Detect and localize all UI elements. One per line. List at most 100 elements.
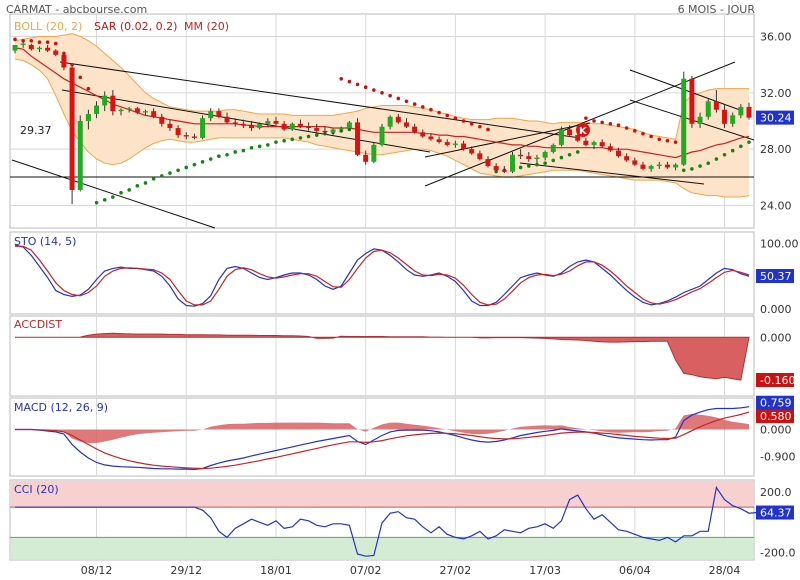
candle-body [616,150,622,157]
candle-body [469,149,475,154]
accdist-last-value-text: -0.160 [760,374,795,387]
sar-dot [380,91,384,95]
candle-body [673,164,679,168]
sar-dot [600,120,604,125]
candle-body [379,126,385,145]
candle-body [200,118,206,138]
candle-body [265,121,271,124]
sar-dot [314,133,319,137]
sar-dot [127,188,131,192]
candle-body [371,144,377,162]
sto-label: STO (14, 5) [14,235,76,248]
price-y-tick: 28.00 [760,143,792,156]
candle-body [395,116,401,123]
sar-dot [274,140,278,144]
sar-dot [714,157,719,161]
candle-body [355,122,361,155]
sar-dot [372,88,376,92]
sar-dot [135,183,140,188]
candle-body [118,109,124,112]
candle-body [436,139,442,143]
sar-dot [518,165,523,170]
sar-dot [461,119,466,123]
sar-dot [45,40,50,44]
legend-entry: BOLL (20, 2) [14,20,82,33]
sar-dot [616,123,621,128]
cci-last-value-text: 64.37 [760,507,792,520]
candle-body [28,44,34,50]
macd-signal-line [15,411,750,470]
candle-body [485,159,491,167]
candle-body [167,123,173,129]
sar-dot [119,191,123,195]
sar-dot [657,137,662,142]
candle-body [412,126,418,133]
sar-dot [690,167,694,171]
sar-dot [592,119,596,123]
legend-entry: SAR (0.02, 0.2) [94,20,177,33]
sar-dot [469,122,474,126]
candle-body [558,129,564,145]
price-left-label: 29.37 [20,124,52,137]
candle-body [656,164,662,167]
candle-body [534,157,540,160]
sar-dot [70,62,74,67]
sar-dot [747,140,751,144]
panel-frame-2 [9,315,755,397]
candle-body [632,160,638,165]
candle-body [501,170,507,172]
sar-dot [649,134,653,139]
candle-body [322,130,328,133]
candle-body [599,142,605,147]
candle-body [648,166,654,169]
candle-body [526,156,532,160]
sar-dot [429,107,433,112]
sto-y-tick: 100.00 [760,238,799,251]
candle-body [249,125,255,129]
candle-body [12,44,18,51]
sar-dot [176,168,180,173]
x-axis-tick: 06/04 [619,564,651,577]
k-marker-text: K [579,126,588,137]
candle-body [85,113,91,121]
macd-signal-value: 0.580 [756,409,794,424]
sar-dot [445,113,450,118]
k-marker: K [576,123,590,137]
candle-body [477,153,483,160]
sar-dot [200,160,205,164]
candle-body [102,95,108,106]
candle-body [314,128,320,131]
sar-dot [111,195,115,199]
candle-body [281,123,287,130]
sto-last-value-text: 50.37 [760,270,792,283]
cci-overbought-zone [11,481,753,508]
sar-dot [217,154,221,158]
sar-dot [241,148,246,153]
sar-dot [168,171,172,175]
candle-body [697,116,703,124]
candle-body [224,116,230,123]
candle-body [232,122,238,124]
candle-body [509,154,515,172]
x-axis-tick: 08/12 [81,564,113,577]
candle-body [542,151,548,158]
sar-dot [706,161,711,166]
sar-dot [160,174,164,178]
sar-dot [412,102,417,106]
accdist-y-tick: 0.000 [760,331,792,344]
candle-body [550,144,556,152]
sar-dot [282,138,286,143]
sar-dot [543,161,547,166]
candle-body [689,78,695,124]
candle-body [722,109,728,124]
price-last-value-text: 30.24 [760,112,792,125]
sar-dot [249,145,254,150]
candle-body [257,123,263,129]
macd-label: MACD (12, 26, 9) [14,401,108,414]
sar-dot [624,126,629,130]
macd-last-value-text: 0.759 [760,397,792,410]
x-axis-tick: 17/03 [529,564,561,577]
sar-dot [290,137,295,142]
candle-body [403,122,409,127]
candle-body [607,146,613,151]
